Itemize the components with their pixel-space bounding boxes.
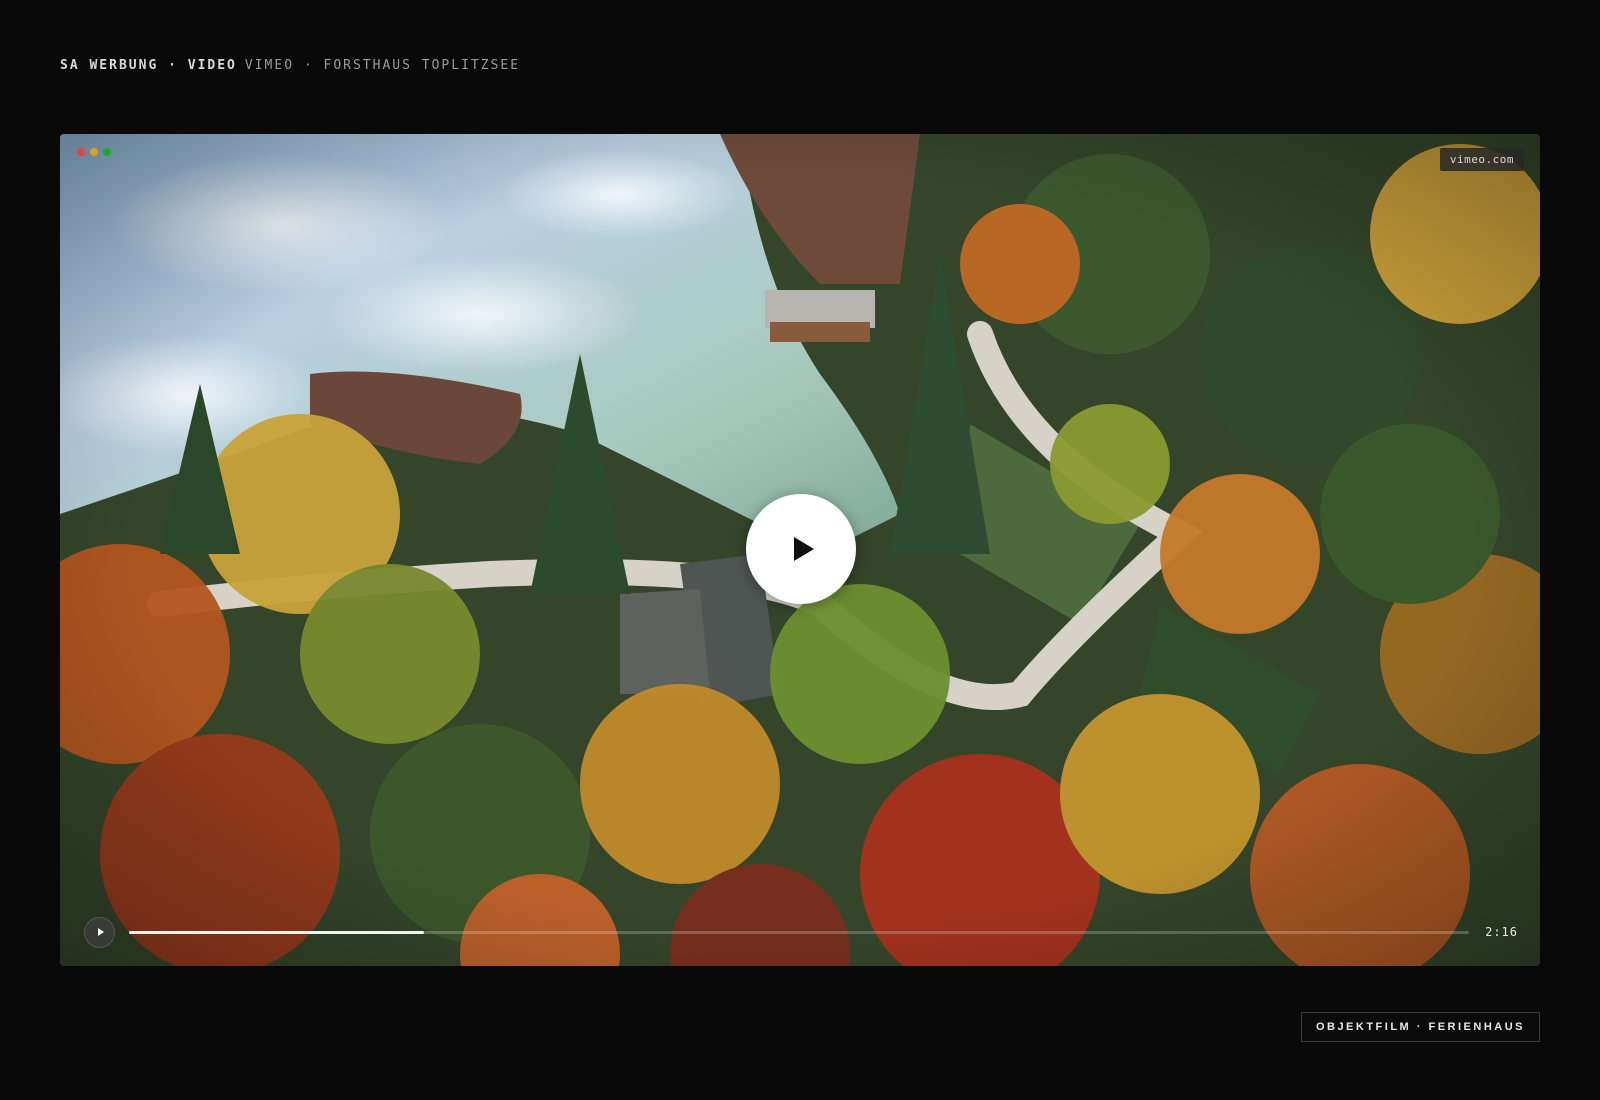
category-tag: OBJEKTFILM · FERIENHAUS: [1300, 1012, 1540, 1042]
player-controls: 2:16: [84, 916, 1518, 948]
play-icon: [97, 928, 104, 936]
host-badge[interactable]: vimeo.com: [1439, 148, 1524, 171]
control-play-button[interactable]: [84, 916, 115, 948]
page-header: SA WERBUNG · VIDEO VIMEO · FORSTHAUS TOPL…: [60, 58, 520, 73]
dot-green[interactable]: [103, 148, 111, 156]
dot-red[interactable]: [77, 148, 85, 156]
brand-title: SA WERBUNG · VIDEO: [60, 58, 237, 73]
dot-yellow[interactable]: [90, 148, 98, 156]
video-player[interactable]: vimeo.com 2:16: [60, 134, 1540, 966]
progress-fill: [129, 930, 424, 934]
window-dots: [77, 148, 111, 156]
video-meta: VIMEO · FORSTHAUS TOPLITZSEE: [244, 58, 521, 73]
duration-label: 2:16: [1485, 925, 1518, 939]
play-icon: [794, 537, 814, 561]
play-button[interactable]: [746, 494, 856, 604]
progress-bar[interactable]: [129, 930, 1470, 934]
